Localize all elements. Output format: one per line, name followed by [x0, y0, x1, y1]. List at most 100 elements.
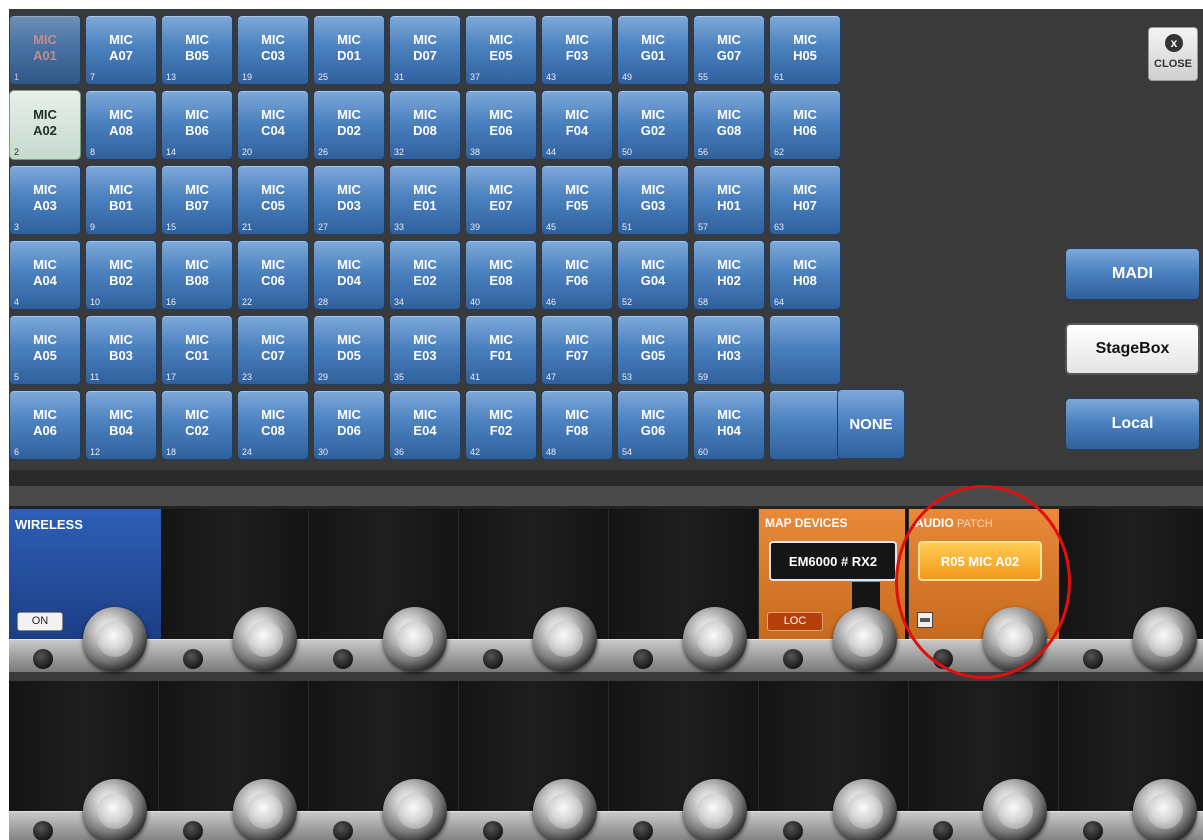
patch-button[interactable]: MIC G06 54: [617, 390, 689, 460]
patch-button[interactable]: MIC G05 53: [617, 315, 689, 385]
rotary-knob-icon[interactable]: [533, 779, 597, 840]
stagebox-button[interactable]: StageBox: [1065, 323, 1200, 375]
patch-button[interactable]: MIC B03 11: [85, 315, 157, 385]
close-button[interactable]: x CLOSE: [1148, 27, 1198, 81]
patch-button[interactable]: MIC H02 58: [693, 240, 765, 310]
patch-button[interactable]: MIC B01 9: [85, 165, 157, 235]
led-indicator[interactable]: [483, 649, 503, 669]
patch-button[interactable]: MIC B04 12: [85, 390, 157, 460]
patch-button[interactable]: MIC A05 5: [9, 315, 81, 385]
patch-button[interactable]: MIC F08 48: [541, 390, 613, 460]
led-indicator[interactable]: [783, 821, 803, 840]
led-indicator[interactable]: [933, 649, 953, 669]
led-indicator[interactable]: [783, 649, 803, 669]
patch-button[interactable]: MIC F01 41: [465, 315, 537, 385]
patch-button[interactable]: MIC A07 7: [85, 15, 157, 85]
wireless-on-button[interactable]: ON: [17, 612, 63, 631]
patch-button[interactable]: MIC D01 25: [313, 15, 385, 85]
patch-button[interactable]: MIC F07 47: [541, 315, 613, 385]
patch-button[interactable]: MIC C06 22: [237, 240, 309, 310]
patch-button[interactable]: MIC C03 19: [237, 15, 309, 85]
led-indicator[interactable]: [33, 821, 53, 840]
patch-button[interactable]: MIC H07 63: [769, 165, 841, 235]
patch-button[interactable]: MIC B02 10: [85, 240, 157, 310]
patch-button[interactable]: MIC A01 1: [9, 15, 81, 85]
rotary-knob-icon[interactable]: [683, 779, 747, 840]
patch-button[interactable]: MIC G04 52: [617, 240, 689, 310]
patch-button[interactable]: MIC E02 34: [389, 240, 461, 310]
rotary-knob-icon[interactable]: [83, 607, 147, 671]
none-button[interactable]: NONE: [837, 389, 905, 459]
patch-button[interactable]: MIC D06 30: [313, 390, 385, 460]
patch-button[interactable]: MIC E07 39: [465, 165, 537, 235]
rotary-knob-icon[interactable]: [233, 779, 297, 840]
rotary-knob-icon[interactable]: [233, 607, 297, 671]
patch-button[interactable]: MIC E06 38: [465, 90, 537, 160]
led-indicator[interactable]: [333, 649, 353, 669]
patch-button[interactable]: MIC C01 17: [161, 315, 233, 385]
rotary-knob-icon[interactable]: [1133, 779, 1197, 840]
patch-button[interactable]: MIC C05 21: [237, 165, 309, 235]
patch-button[interactable]: MIC A03 3: [9, 165, 81, 235]
minus-icon[interactable]: [917, 612, 933, 628]
patch-button[interactable]: MIC A06 6: [9, 390, 81, 460]
patch-button[interactable]: MIC G02 50: [617, 90, 689, 160]
patch-button[interactable]: MIC H06 62: [769, 90, 841, 160]
madi-button[interactable]: MADI: [1065, 248, 1200, 300]
patch-button[interactable]: MIC H04 60: [693, 390, 765, 460]
patch-button[interactable]: MIC C08 24: [237, 390, 309, 460]
rotary-knob-icon[interactable]: [383, 779, 447, 840]
patch-button[interactable]: MIC G08 56: [693, 90, 765, 160]
led-indicator[interactable]: [1083, 821, 1103, 840]
patch-button[interactable]: MIC F02 42: [465, 390, 537, 460]
patch-button[interactable]: MIC B08 16: [161, 240, 233, 310]
rotary-knob-icon[interactable]: [833, 607, 897, 671]
patch-button[interactable]: [769, 390, 841, 460]
rotary-knob-icon[interactable]: [383, 607, 447, 671]
patch-button[interactable]: MIC E01 33: [389, 165, 461, 235]
patch-button[interactable]: MIC H08 64: [769, 240, 841, 310]
patch-button[interactable]: MIC C07 23: [237, 315, 309, 385]
patch-button[interactable]: MIC F06 46: [541, 240, 613, 310]
patch-button[interactable]: MIC F04 44: [541, 90, 613, 160]
led-indicator[interactable]: [483, 821, 503, 840]
local-button[interactable]: Local: [1065, 398, 1200, 450]
patch-button[interactable]: MIC C02 18: [161, 390, 233, 460]
rotary-knob-icon[interactable]: [983, 607, 1047, 671]
led-indicator[interactable]: [633, 649, 653, 669]
patch-button[interactable]: MIC D05 29: [313, 315, 385, 385]
rotary-knob-icon[interactable]: [83, 779, 147, 840]
patch-button[interactable]: MIC D08 32: [389, 90, 461, 160]
patch-button[interactable]: MIC A08 8: [85, 90, 157, 160]
patch-button[interactable]: MIC B07 15: [161, 165, 233, 235]
led-indicator[interactable]: [633, 821, 653, 840]
patch-button[interactable]: MIC D07 31: [389, 15, 461, 85]
rotary-knob-icon[interactable]: [983, 779, 1047, 840]
patch-button[interactable]: MIC E04 36: [389, 390, 461, 460]
rotary-knob-icon[interactable]: [533, 607, 597, 671]
patch-button[interactable]: [769, 315, 841, 385]
rotary-knob-icon[interactable]: [833, 779, 897, 840]
patch-button[interactable]: MIC G03 51: [617, 165, 689, 235]
rotary-knob-icon[interactable]: [683, 607, 747, 671]
patch-button[interactable]: MIC E05 37: [465, 15, 537, 85]
patch-button[interactable]: MIC A04 4: [9, 240, 81, 310]
patch-button[interactable]: MIC D02 26: [313, 90, 385, 160]
patch-button[interactable]: MIC G07 55: [693, 15, 765, 85]
patch-button[interactable]: MIC H01 57: [693, 165, 765, 235]
led-indicator[interactable]: [333, 821, 353, 840]
audio-patch-field[interactable]: R05 MIC A02: [918, 541, 1042, 581]
patch-button[interactable]: MIC G01 49: [617, 15, 689, 85]
patch-button[interactable]: MIC E03 35: [389, 315, 461, 385]
patch-button[interactable]: MIC F03 43: [541, 15, 613, 85]
led-indicator[interactable]: [183, 821, 203, 840]
patch-button[interactable]: MIC D03 27: [313, 165, 385, 235]
patch-button[interactable]: MIC H05 61: [769, 15, 841, 85]
rotary-knob-icon[interactable]: [1133, 607, 1197, 671]
patch-button[interactable]: MIC C04 20: [237, 90, 309, 160]
patch-button[interactable]: MIC A02 2: [9, 90, 81, 160]
patch-button[interactable]: MIC E08 40: [465, 240, 537, 310]
led-indicator[interactable]: [183, 649, 203, 669]
patch-button[interactable]: MIC D04 28: [313, 240, 385, 310]
loc-button[interactable]: LOC: [767, 612, 823, 631]
